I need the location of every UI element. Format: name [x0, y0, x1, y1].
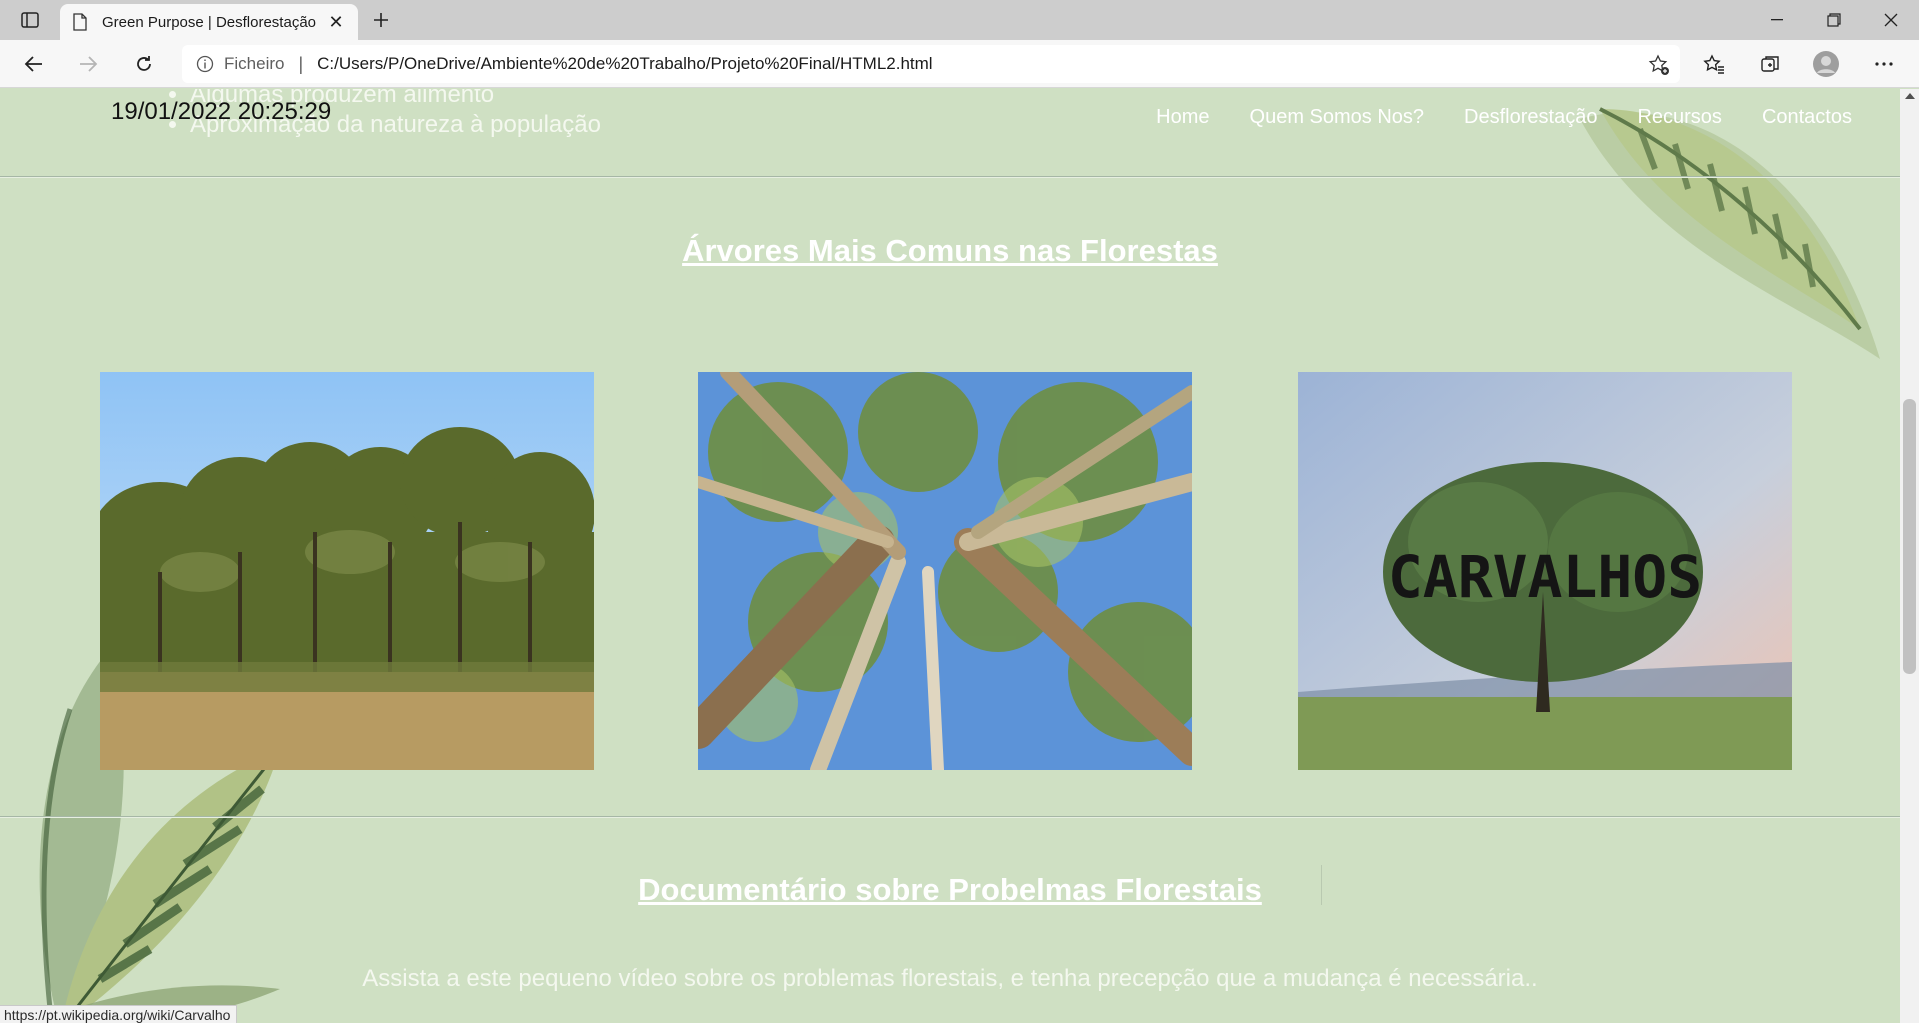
tab-title: Green Purpose | Desflorestação [102, 13, 317, 31]
refresh-icon[interactable] [126, 48, 162, 80]
favorites-icon[interactable] [1696, 48, 1732, 80]
current-datetime: 19/01/2022 20:25:29 [111, 98, 332, 125]
eucalipto-photo[interactable] [698, 372, 1192, 770]
nav-home[interactable]: Home [1136, 106, 1229, 129]
back-icon[interactable] [16, 48, 52, 80]
url-text[interactable]: C:/Users/P/OneDrive/Ambiente%20de%20Trab… [317, 54, 932, 74]
main-nav: Home Quem Somos Nos? Desflorestação Recu… [1136, 106, 1872, 129]
browser-tab[interactable]: Green Purpose | Desflorestação ✕ [60, 4, 358, 40]
scroll-up-arrow-icon[interactable] [1905, 93, 1915, 99]
tab-actions-icon[interactable] [12, 6, 48, 34]
page-viewport: Algumas produzem alimento Aproximação da… [0, 89, 1900, 1023]
address-bar[interactable]: Ficheiro | C:/Users/P/OneDrive/Ambiente%… [182, 45, 1680, 83]
forward-icon[interactable] [70, 48, 106, 80]
collections-icon[interactable] [1752, 48, 1788, 80]
plus-icon[interactable] [366, 6, 396, 34]
nav-quem-somos[interactable]: Quem Somos Nos? [1230, 106, 1445, 129]
documentary-section-title: Documentário sobre Probelmas Florestais [638, 872, 1262, 907]
status-link: https://pt.wikipedia.org/wiki/Carvalho [0, 1005, 238, 1023]
more-icon[interactable] [1866, 48, 1902, 80]
document-icon [72, 13, 88, 31]
section-divider [0, 816, 1900, 818]
section-divider [0, 176, 1900, 178]
site-header: Algumas produzem alimento Aproximação da… [0, 89, 1900, 177]
restore-icon[interactable] [1806, 0, 1862, 40]
trees-section-title: Árvores Mais Comuns nas Florestas [682, 233, 1218, 268]
close-window-icon[interactable] [1863, 0, 1919, 40]
video-edge [1321, 865, 1322, 905]
nav-recursos[interactable]: Recursos [1617, 106, 1741, 129]
carvalhos-overlay-text: CARVALHOS [1388, 543, 1702, 611]
profile-icon[interactable] [1808, 48, 1844, 80]
add-favorite-icon[interactable] [1648, 54, 1670, 76]
scroll-thumb[interactable] [1903, 399, 1916, 674]
address-separator: | [298, 53, 304, 74]
address-scheme: Ficheiro [224, 54, 285, 73]
close-icon[interactable]: ✕ [326, 12, 346, 32]
tab-bar: Green Purpose | Desflorestação ✕ [0, 0, 1919, 40]
info-icon[interactable] [196, 55, 214, 73]
nav-desflorestacao[interactable]: Desflorestação [1444, 106, 1617, 129]
carvalho-photo[interactable]: CARVALHOS [1298, 372, 1792, 770]
minimize-icon[interactable] [1749, 0, 1805, 40]
araucaria-photo[interactable] [100, 372, 594, 770]
page-scrollbar[interactable] [1900, 89, 1919, 1023]
browser-toolbar: Ficheiro | C:/Users/P/OneDrive/Ambiente%… [0, 40, 1919, 88]
nav-contactos[interactable]: Contactos [1742, 106, 1872, 129]
documentary-description: Assista a este pequeno vídeo sobre os pr… [362, 965, 1538, 992]
